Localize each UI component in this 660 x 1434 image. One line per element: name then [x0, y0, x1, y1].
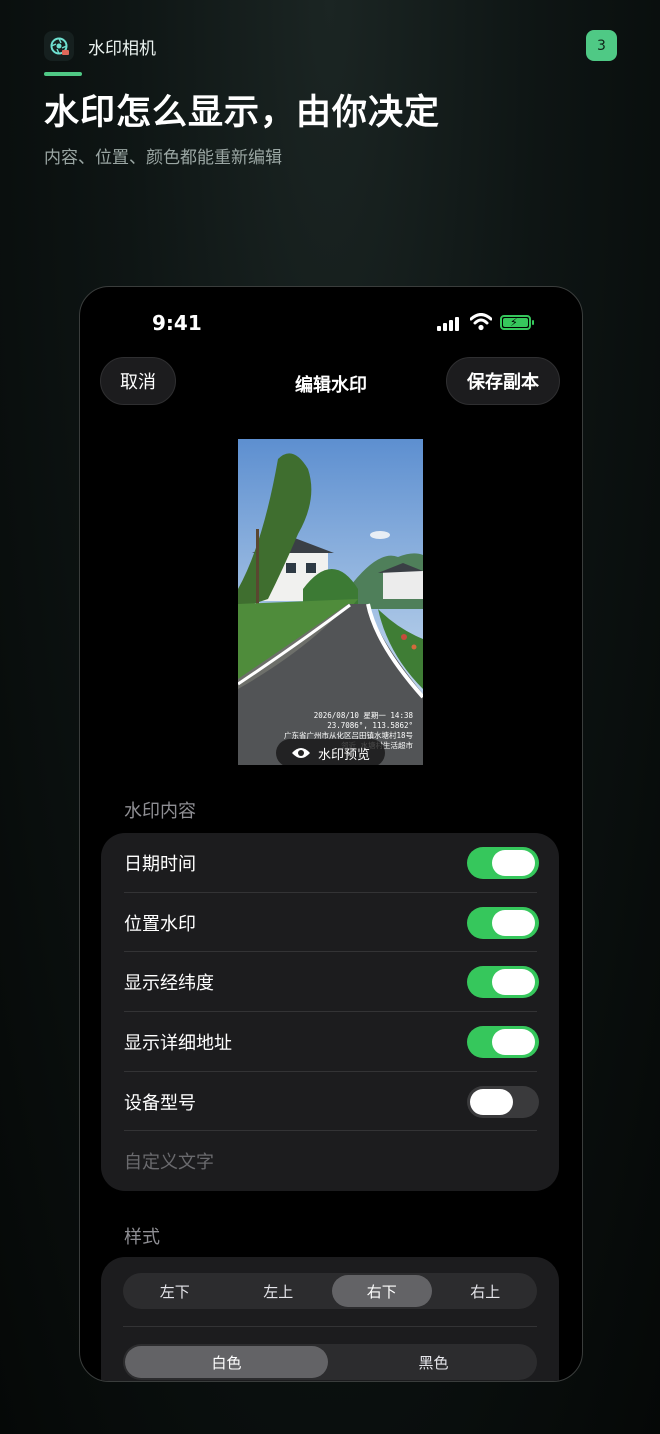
status-bar: 9:41 ⚡	[80, 309, 582, 339]
app-logo-icon	[44, 31, 74, 61]
header: 水印相机 3 水印怎么显示，由你决定 内容、位置、颜色都能重新编辑	[44, 30, 620, 168]
eye-icon	[291, 748, 310, 758]
style-divider	[123, 1326, 537, 1327]
wifi-icon	[470, 313, 492, 331]
app-name: 水印相机	[88, 38, 156, 59]
position-top-right[interactable]: 右上	[436, 1275, 536, 1307]
datetime-toggle[interactable]	[467, 847, 539, 879]
device-model-toggle[interactable]	[467, 1085, 539, 1118]
color-white[interactable]: 白色	[125, 1346, 328, 1378]
content-section-title: 水印内容	[124, 801, 196, 822]
page-headline: 水印怎么显示，由你决定	[44, 93, 441, 133]
photo-preview[interactable]: 2026/08/10 星期一 14:38 23.7086°, 113.5862°…	[238, 439, 423, 765]
watermark-preview-label: 水印预览	[317, 747, 370, 763]
position-segmented-control[interactable]: 左下 左上 右下 右上	[123, 1273, 537, 1309]
coordinates-toggle[interactable]	[467, 966, 539, 999]
toggle-row-device-model[interactable]: 设备型号	[101, 1072, 559, 1132]
toggle-row-datetime[interactable]: 日期时间	[101, 833, 559, 893]
page-subline: 内容、位置、颜色都能重新编辑	[44, 148, 282, 168]
toggle-row-address[interactable]: 显示详细地址	[101, 1012, 559, 1072]
phone-frame: 9:41 ⚡ 取消 编辑水印 保存副本 2026/08/10 星期一 14:38…	[79, 286, 583, 1382]
address-toggle[interactable]	[467, 1026, 539, 1059]
position-bottom-right[interactable]: 右下	[332, 1275, 432, 1307]
color-segmented-control[interactable]: 白色 黑色	[123, 1344, 537, 1380]
style-section-title: 样式	[124, 1227, 160, 1248]
save-copy-button[interactable]: 保存副本	[446, 357, 560, 405]
accent-line	[44, 72, 82, 76]
status-time: 9:41	[152, 311, 202, 335]
color-black[interactable]: 黑色	[332, 1346, 535, 1378]
watermark-preview-chip[interactable]: 水印预览	[276, 739, 385, 765]
toggle-row-location[interactable]: 位置水印	[101, 893, 559, 953]
page-badge: 3	[586, 30, 617, 61]
content-settings-card: 日期时间 位置水印 显示经纬度 显示详细地址 设备型号 自定义文字	[101, 833, 559, 1191]
position-bottom-left[interactable]: 左下	[125, 1275, 225, 1307]
battery-charging-icon: ⚡	[500, 315, 534, 330]
custom-text-input[interactable]: 自定义文字	[101, 1131, 559, 1191]
position-top-left[interactable]: 左上	[229, 1275, 329, 1307]
toggle-row-coordinates[interactable]: 显示经纬度	[101, 952, 559, 1013]
cellular-signal-icon	[437, 317, 459, 331]
style-settings-card: 左下 左上 右下 右上 白色 黑色	[101, 1257, 559, 1381]
location-toggle[interactable]	[467, 906, 539, 939]
nav-bar: 取消 编辑水印 保存副本	[100, 357, 562, 407]
